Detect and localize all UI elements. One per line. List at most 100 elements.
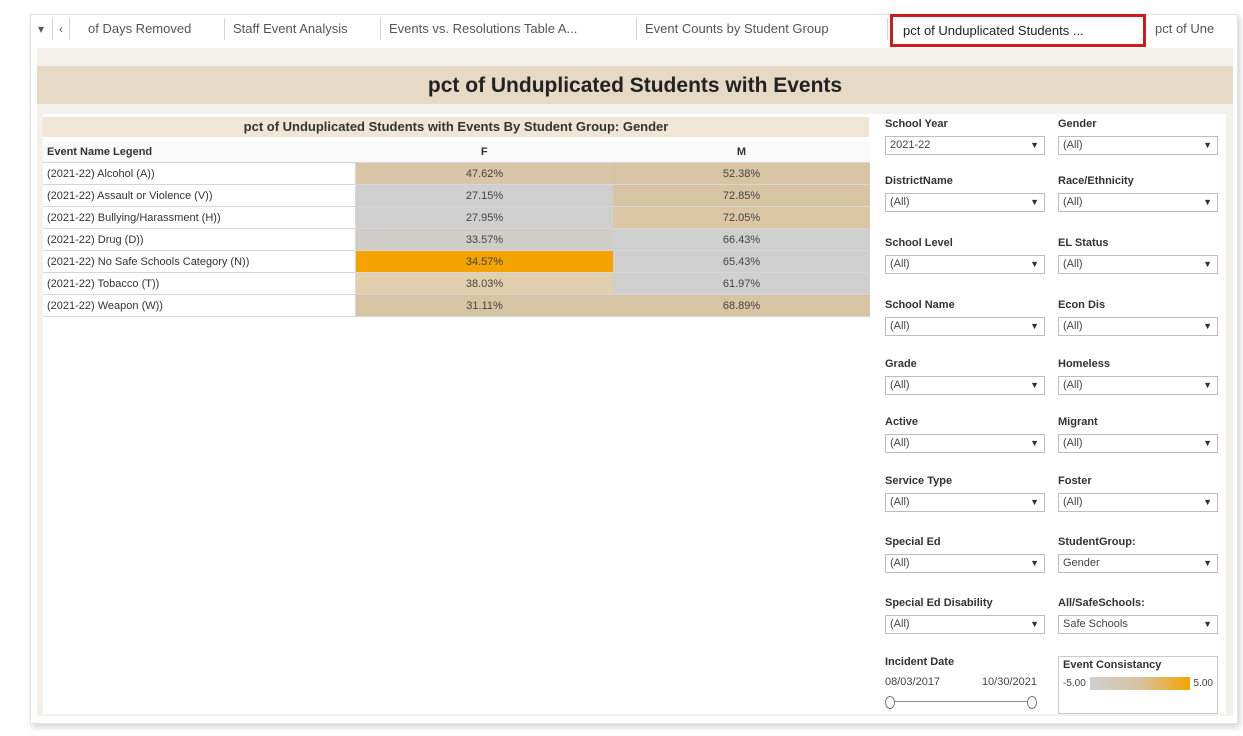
header-f: F xyxy=(355,141,613,163)
row-name: (2021-22) Bullying/Harassment (H)) xyxy=(43,206,356,229)
cell-f[interactable]: 27.95% xyxy=(355,206,613,229)
tab-staff-event-analysis[interactable]: Staff Event Analysis xyxy=(226,18,381,40)
special-ed-disability-dropdown[interactable]: (All) ▼ xyxy=(885,615,1045,634)
service-type-dropdown[interactable]: (All) ▼ xyxy=(885,493,1045,512)
cell-m[interactable]: 65.43% xyxy=(613,250,870,273)
filter-label: Race/Ethnicity xyxy=(1058,175,1134,187)
cell-m[interactable]: 72.85% xyxy=(613,184,870,207)
tab-scroll-left-icon[interactable]: ‹ xyxy=(52,18,70,40)
filter-service-type: Service Type (All) ▼ xyxy=(885,473,1045,512)
cell-m[interactable]: 72.05% xyxy=(613,206,870,229)
gender-table: Event Name Legend F M (2021-22) Alcohol … xyxy=(43,141,870,317)
color-ramp-bar xyxy=(1089,677,1190,690)
table-row[interactable]: (2021-22) No Safe Schools Category (N)) … xyxy=(43,250,870,273)
dropdown-arrow-icon: ▼ xyxy=(1203,619,1212,629)
filter-label: Active xyxy=(885,416,919,428)
filter-econ-dis: Econ Dis (All) ▼ xyxy=(1058,297,1218,336)
dropdown-value: (All) xyxy=(890,618,910,630)
dropdown-arrow-icon: ▼ xyxy=(1030,321,1039,331)
table-row[interactable]: (2021-22) Bullying/Harassment (H)) 27.95… xyxy=(43,206,870,229)
tab-menu-dropdown-icon[interactable]: ▾ xyxy=(34,18,48,40)
filter-label: School Level xyxy=(885,237,953,249)
filter-migrant: Migrant (All) ▼ xyxy=(1058,414,1218,453)
tab-events-vs-resolutions[interactable]: Events vs. Resolutions Table A... xyxy=(382,18,637,40)
filter-school-level: School Level (All) ▼ xyxy=(885,235,1045,274)
legend-min: -5.00 xyxy=(1063,678,1086,689)
filter-district-name: DistrictName (All) ▼ xyxy=(885,173,1045,212)
filter-label: Grade xyxy=(885,358,917,370)
legend-max: 5.00 xyxy=(1193,678,1213,689)
filter-label: Incident Date xyxy=(885,656,955,668)
foster-dropdown[interactable]: (All) ▼ xyxy=(1058,493,1218,512)
dropdown-arrow-icon: ▼ xyxy=(1030,259,1039,269)
dropdown-arrow-icon: ▼ xyxy=(1030,438,1039,448)
filter-school-name: School Name (All) ▼ xyxy=(885,297,1045,336)
table-row[interactable]: (2021-22) Tobacco (T)) 38.03% 61.97% xyxy=(43,272,870,295)
cell-f[interactable]: 38.03% xyxy=(355,272,613,295)
school-name-dropdown[interactable]: (All) ▼ xyxy=(885,317,1045,336)
dropdown-value: (All) xyxy=(1063,379,1083,391)
dropdown-arrow-icon: ▼ xyxy=(1203,380,1212,390)
school-level-dropdown[interactable]: (All) ▼ xyxy=(885,255,1045,274)
cell-f[interactable]: 33.57% xyxy=(355,228,613,251)
color-ramp: -5.00 5.00 xyxy=(1063,677,1213,690)
cell-f[interactable]: 47.62% xyxy=(355,162,613,185)
econ-dis-dropdown[interactable]: (All) ▼ xyxy=(1058,317,1218,336)
filter-homeless: Homeless (All) ▼ xyxy=(1058,356,1218,395)
dropdown-arrow-icon: ▼ xyxy=(1030,497,1039,507)
table-row[interactable]: (2021-22) Drug (D)) 33.57% 66.43% xyxy=(43,228,870,251)
dropdown-arrow-icon: ▼ xyxy=(1203,558,1212,568)
table-row[interactable]: (2021-22) Assault or Violence (V)) 27.15… xyxy=(43,184,870,207)
cell-m[interactable]: 68.89% xyxy=(613,294,870,317)
dropdown-value: (All) xyxy=(890,437,910,449)
active-dropdown[interactable]: (All) ▼ xyxy=(885,434,1045,453)
cell-m[interactable]: 66.43% xyxy=(613,228,870,251)
incident-date-filter: Incident Date 08/03/2017 10/30/2021 xyxy=(885,656,1045,714)
district-name-dropdown[interactable]: (All) ▼ xyxy=(885,193,1045,212)
filter-label: Migrant xyxy=(1058,416,1098,428)
special-ed-dropdown[interactable]: (All) ▼ xyxy=(885,554,1045,573)
tab-bar: ▾ ‹ of Days Removed Staff Event Analysis… xyxy=(30,14,1236,48)
tab-pct-une[interactable]: pct of Une xyxy=(1148,18,1236,40)
filter-label: EL Status xyxy=(1058,237,1109,249)
cell-f[interactable]: 27.15% xyxy=(355,184,613,207)
all-safe-schools-dropdown[interactable]: Safe Schools ▼ xyxy=(1058,615,1218,634)
filter-el-status: EL Status (All) ▼ xyxy=(1058,235,1218,274)
migrant-dropdown[interactable]: (All) ▼ xyxy=(1058,434,1218,453)
school-year-dropdown[interactable]: 2021-22 ▼ xyxy=(885,136,1045,155)
tab-days-removed[interactable]: of Days Removed xyxy=(81,18,225,40)
row-name: (2021-22) No Safe Schools Category (N)) xyxy=(43,250,356,273)
table-row[interactable]: (2021-22) Weapon (W)) 31.11% 68.89% xyxy=(43,294,870,317)
grade-dropdown[interactable]: (All) ▼ xyxy=(885,376,1045,395)
cell-m[interactable]: 61.97% xyxy=(613,272,870,295)
table-row[interactable]: (2021-22) Alcohol (A)) 47.62% 52.38% xyxy=(43,162,870,185)
student-group-dropdown[interactable]: Gender ▼ xyxy=(1058,554,1218,573)
date-range-slider[interactable] xyxy=(885,696,1045,709)
row-name: (2021-22) Assault or Violence (V)) xyxy=(43,184,356,207)
dropdown-value: (All) xyxy=(1063,258,1083,270)
dropdown-value: (All) xyxy=(890,379,910,391)
cell-m[interactable]: 52.38% xyxy=(613,162,870,185)
dropdown-arrow-icon: ▼ xyxy=(1030,619,1039,629)
filter-label: School Year xyxy=(885,118,948,130)
race-ethnicity-dropdown[interactable]: (All) ▼ xyxy=(1058,193,1218,212)
tab-pct-unduplicated-students[interactable]: pct of Unduplicated Students ... xyxy=(890,14,1146,47)
dropdown-arrow-icon: ▼ xyxy=(1203,438,1212,448)
row-name: (2021-22) Weapon (W)) xyxy=(43,294,356,317)
tab-event-counts-student-group[interactable]: Event Counts by Student Group xyxy=(638,18,888,40)
el-status-dropdown[interactable]: (All) ▼ xyxy=(1058,255,1218,274)
cell-f[interactable]: 31.11% xyxy=(355,294,613,317)
dropdown-value: (All) xyxy=(1063,196,1083,208)
filter-label: Gender xyxy=(1058,118,1097,130)
filter-special-ed: Special Ed (All) ▼ xyxy=(885,534,1045,573)
slider-start-handle[interactable] xyxy=(885,696,895,709)
slider-end-handle[interactable] xyxy=(1027,696,1037,709)
gender-dropdown[interactable]: (All) ▼ xyxy=(1058,136,1218,155)
filter-label: StudentGroup: xyxy=(1058,536,1136,548)
homeless-dropdown[interactable]: (All) ▼ xyxy=(1058,376,1218,395)
date-start: 08/03/2017 xyxy=(885,676,941,688)
table-header-row: Event Name Legend F M xyxy=(43,141,870,163)
date-end: 10/30/2021 xyxy=(981,676,1037,688)
cell-f[interactable]: 34.57% xyxy=(355,250,613,273)
dropdown-arrow-icon: ▼ xyxy=(1203,321,1212,331)
